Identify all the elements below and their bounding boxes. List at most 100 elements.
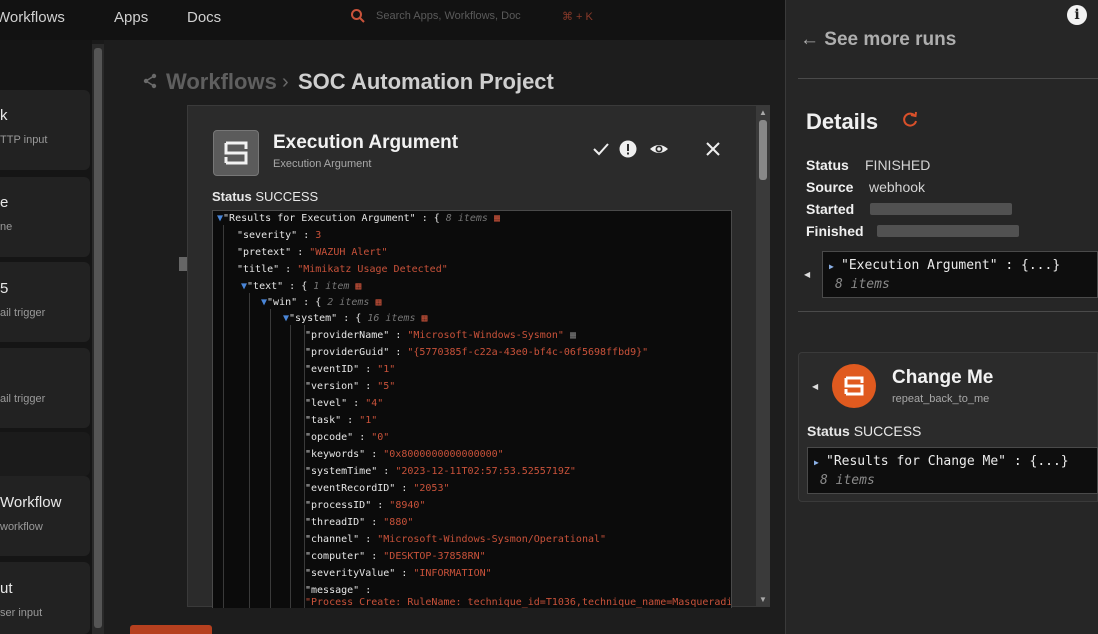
modal-scrollbar[interactable] — [756, 106, 770, 606]
tree-guide — [223, 225, 224, 608]
collapse-caret-icon[interactable]: ◀ — [804, 270, 810, 279]
info-icon[interactable]: i — [1067, 5, 1087, 25]
json-entry: "title" : "Mimikatz Usage Detected" — [237, 264, 448, 275]
json-entry: "computer" : "DESKTOP-37858RN" — [305, 551, 486, 562]
eye-icon[interactable] — [649, 139, 669, 159]
started-value-redacted — [870, 203, 1012, 215]
page-title: SOC Automation Project — [298, 69, 554, 94]
top-navbar: Workflows Apps Docs Search Apps, Workflo… — [0, 0, 785, 40]
sidebar-card-subtitle: ail trigger — [0, 307, 46, 319]
json-entry: "providerName" : "Microsoft-Windows-Sysm… — [305, 330, 576, 341]
modal-scrollbar-thumb[interactable] — [759, 120, 767, 180]
node-title: Change Me — [892, 367, 994, 388]
sidebar-card-subtitle: ail trigger — [0, 393, 46, 405]
sidebar-card[interactable]: 5 ail trigger — [0, 262, 90, 342]
modal-status: Status SUCCESS — [212, 189, 318, 204]
sidebar-scrollbar-thumb[interactable] — [94, 48, 102, 628]
json-entry: "threadID" : "880" — [305, 517, 414, 528]
sidebar-card-title: e — [0, 194, 9, 211]
status-label: Status — [806, 157, 849, 173]
search-shortcut: ⌘ + K — [562, 11, 593, 23]
breadcrumb-separator: › — [282, 71, 289, 93]
sidebar-card[interactable]: Workflow workflow — [0, 476, 90, 556]
see-more-runs-link[interactable]: ← See more runs — [800, 29, 956, 51]
canvas-action-button[interactable] — [130, 625, 212, 634]
search-box[interactable]: Search Apps, Workflows, Doc ⌘ + K — [350, 8, 600, 30]
json-entry: "processID" : "8940" — [305, 500, 426, 511]
sidebar-card-subtitle: workflow — [0, 521, 43, 533]
divider — [798, 311, 1098, 312]
status-label: Status — [212, 189, 252, 204]
json-entry: "keywords" : "0x8000000000000000" — [305, 449, 504, 460]
expand-toggle-icon[interactable]: ▶ — [829, 262, 834, 271]
json-entry: "systemTime" : "2023-12-11T02:57:53.5255… — [305, 466, 576, 477]
sidebar-card[interactable]: e ne — [0, 177, 90, 257]
run-details-panel — [785, 0, 1098, 634]
copy-icon: ▦ — [569, 330, 576, 341]
nav-apps[interactable]: Apps — [114, 9, 148, 26]
finished-label: Finished — [806, 223, 864, 239]
status-value: SUCCESS — [255, 189, 319, 204]
back-arrow-icon: ← — [800, 29, 825, 50]
nav-docs[interactable]: Docs — [187, 9, 221, 26]
alert-icon[interactable] — [618, 139, 638, 159]
copy-icon: ▦ — [375, 297, 382, 308]
trigger-sidebar: k TTP input e ne 5 ail trigger ail trigg… — [0, 40, 92, 634]
sidebar-divider-card — [0, 432, 90, 476]
copy-icon: ▦ — [355, 281, 362, 292]
sidebar-card[interactable]: ut ser input — [0, 562, 90, 634]
sidebar-card[interactable]: ail trigger — [0, 348, 90, 428]
scroll-down-icon[interactable]: ▼ — [759, 595, 767, 604]
execution-argument-result[interactable]: ▶ "Execution Argument" : {...} 8 items — [822, 251, 1098, 298]
shuffle-tools-icon — [832, 364, 876, 408]
json-win-node[interactable]: ▼"win" : { 2 items ▦ — [261, 297, 381, 308]
refresh-icon[interactable] — [901, 110, 919, 128]
search-input[interactable]: Search Apps, Workflows, Doc — [376, 10, 521, 22]
scroll-up-icon[interactable]: ▲ — [759, 108, 767, 117]
close-icon[interactable] — [703, 139, 723, 159]
share-icon — [143, 73, 157, 89]
app-root: Workflows Apps Docs Search Apps, Workflo… — [0, 0, 1098, 634]
result-count: 8 items — [820, 473, 875, 488]
copy-icon[interactable]: ▦ — [494, 213, 500, 224]
started-label: Started — [806, 201, 855, 217]
json-entry: "eventRecordID" : "2053" — [305, 483, 450, 494]
json-entry: "pretext" : "WAZUH Alert" — [237, 247, 388, 258]
check-icon[interactable] — [591, 139, 611, 159]
json-root-node[interactable]: ▼"Results for Execution Argument" : { 8 … — [217, 213, 500, 224]
divider — [798, 78, 1098, 79]
json-entry: "message" : — [305, 585, 372, 596]
node-status: Status SUCCESS — [807, 423, 922, 439]
json-entry: "channel" : "Microsoft-Windows-Sysmon/Op… — [305, 534, 607, 545]
json-entry: "providerGuid" : "{5770385f-c22a-43e0-bf… — [305, 347, 649, 358]
sidebar-card-title: 5 — [0, 280, 9, 297]
shuffle-app-icon — [213, 130, 259, 176]
json-entry: "opcode" : "0" — [305, 432, 390, 443]
result-count: 8 items — [835, 277, 890, 292]
json-text-node[interactable]: ▼"text" : { 1 item ▦ — [241, 281, 361, 292]
change-me-result[interactable]: ▶ "Results for Change Me" : {...} 8 item… — [807, 447, 1098, 494]
sidebar-card-title: Workflow — [0, 494, 62, 511]
expand-toggle-icon[interactable]: ▶ — [814, 458, 819, 467]
tree-guide — [249, 293, 250, 608]
sidebar-card-subtitle: ne — [0, 221, 13, 233]
json-viewer[interactable]: ▼"Results for Execution Argument" : { 8 … — [212, 210, 732, 608]
result-key: "Execution Argument" : {...} — [841, 258, 1061, 273]
status-value: FINISHED — [865, 157, 931, 173]
result-key: "Results for Change Me" : {...} — [826, 454, 1069, 469]
json-entry: "severity" : 3 — [237, 230, 322, 241]
sidebar-card-title: ut — [0, 580, 13, 597]
collapse-caret-icon[interactable]: ◀ — [812, 382, 818, 391]
json-entry: "level" : "4" — [305, 398, 384, 409]
json-entry: "severityValue" : "INFORMATION" — [305, 568, 492, 579]
json-entry-message: "Process Create: RuleName: technique_id=… — [305, 597, 732, 608]
copy-icon: ▦ — [421, 313, 428, 324]
sidebar-card-subtitle: ser input — [0, 607, 43, 619]
sidebar-card[interactable]: k TTP input — [0, 90, 90, 170]
json-system-node[interactable]: ▼"system" : { 16 items ▦ — [283, 313, 428, 324]
source-label: Source — [806, 179, 854, 195]
nav-workflows[interactable]: Workflows — [0, 9, 65, 26]
breadcrumb-workflows-link[interactable]: Workflows — [166, 69, 277, 95]
sidebar-card-title: k — [0, 107, 8, 124]
execution-argument-modal: Execution Argument Execution Argument St… — [187, 105, 770, 608]
